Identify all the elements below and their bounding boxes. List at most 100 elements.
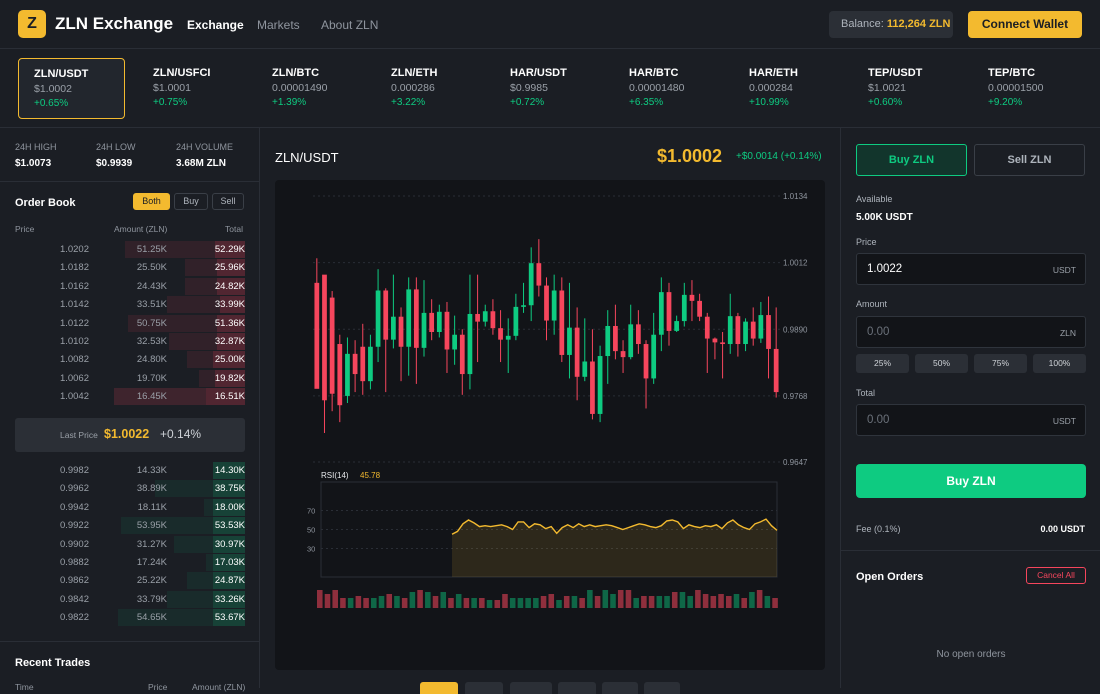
order-row[interactable]: 0.9862 25.22K 24.87K — [15, 572, 245, 590]
ticker-item[interactable]: ZLN/USDT $1.0002 +0.65% — [18, 58, 125, 119]
ticker-item[interactable]: ZLN/BTC 0.00001490 +1.39% — [257, 58, 364, 119]
ticker-change: +6.35% — [629, 97, 664, 108]
stat-24h-volume: 24H VOLUME 3.68M ZLN — [176, 142, 233, 169]
amount-input[interactable]: 0.00 ZLN — [856, 316, 1086, 348]
order-row[interactable]: 0.9962 38.89K 38.75K — [15, 480, 245, 498]
nav-markets[interactable]: Markets — [257, 18, 300, 32]
balance-display: Balance: 112,264 ZLN — [829, 11, 953, 38]
row-total: 52.29K — [214, 244, 245, 255]
brand-name: ZLN Exchange — [55, 14, 174, 33]
order-row[interactable]: 1.0162 24.43K 24.82K — [15, 277, 245, 295]
row-price: 0.9982 — [59, 465, 89, 476]
row-price: 1.0162 — [59, 280, 89, 292]
candle-body — [383, 290, 389, 340]
timeframe-tab[interactable] — [644, 682, 680, 694]
order-row[interactable]: 1.0182 25.50K 25.96K — [15, 259, 245, 277]
pct-25-button[interactable]: 25% — [856, 354, 909, 373]
ticker-item[interactable]: ZLN/ETH 0.000286 +3.22% — [376, 58, 483, 119]
row-amount: 25.50K — [136, 262, 167, 274]
order-row[interactable]: 1.0102 32.53K 32.87K — [15, 333, 245, 350]
volume-bar — [540, 596, 547, 608]
buy-tab[interactable]: Buy ZLN — [856, 144, 967, 176]
nav-about[interactable]: About ZLN — [321, 18, 378, 32]
timeframe-tab[interactable] — [465, 682, 503, 694]
amount-unit: ZLN — [1059, 328, 1076, 338]
timeframe-tab[interactable] — [510, 682, 552, 694]
row-total: 17.03K — [214, 557, 245, 568]
pct-50-button[interactable]: 50% — [915, 354, 968, 373]
row-total: 38.75K — [214, 483, 245, 495]
total-input[interactable]: 0.00 USDT — [856, 404, 1086, 436]
ticker-pair: TEP/BTC — [988, 67, 1036, 79]
candle-body — [766, 315, 771, 349]
candle-body — [758, 315, 764, 339]
cancel-all-button[interactable]: Cancel All — [1026, 567, 1086, 584]
row-amount: 32.53K — [136, 336, 167, 347]
tab-sell[interactable]: Sell — [212, 193, 244, 210]
tab-both[interactable]: Both — [133, 193, 170, 210]
timeframe-tab[interactable] — [558, 682, 596, 694]
volume-bar — [417, 590, 423, 608]
order-row[interactable]: 0.9982 14.33K 14.30K — [15, 462, 245, 479]
ticker-item[interactable]: HAR/USDT $0.9985 +0.72% — [495, 58, 602, 119]
nav-exchange[interactable]: Exchange — [187, 18, 244, 32]
order-row[interactable]: 1.0122 50.75K 51.36K — [15, 314, 245, 332]
ticker-item[interactable]: TEP/BTC 0.00001500 +9.20% — [973, 58, 1080, 119]
sell-tab[interactable]: Sell ZLN — [974, 144, 1085, 176]
candle-body — [551, 290, 557, 321]
volume-bar — [340, 598, 346, 608]
ticker-item[interactable]: HAR/BTC 0.00001480 +6.35% — [614, 58, 721, 119]
candle-body — [567, 327, 572, 355]
buy-submit-button[interactable]: Buy ZLN — [856, 464, 1086, 498]
candle-body — [613, 325, 618, 352]
stat-label: 24H LOW — [96, 142, 136, 152]
pct-75-button[interactable]: 75% — [974, 354, 1027, 373]
volume-bar — [656, 596, 663, 608]
timeframe-tab[interactable] — [602, 682, 638, 694]
candle-body — [352, 353, 358, 375]
price-input[interactable]: 1.0022 USDT — [856, 253, 1086, 285]
price-chart[interactable]: 1.0134 1.0012 0.9890 0.9768 0.9647 RSI(14) 45.… — [275, 180, 825, 670]
order-row[interactable]: 0.9922 53.95K 53.53K — [15, 517, 245, 535]
ticker-item[interactable]: HAR/ETH 0.000284 +10.99% — [734, 58, 841, 119]
order-row[interactable]: 0.9902 31.27K 30.97K — [15, 535, 245, 553]
y-tick-label: 1.0134 — [783, 192, 808, 201]
ticker-change: +0.72% — [510, 97, 545, 108]
ticker-change: +10.99% — [749, 97, 789, 108]
candle-body — [674, 321, 680, 331]
row-total: 25.96K — [214, 262, 245, 274]
connect-wallet-button[interactable]: Connect Wallet — [968, 11, 1082, 38]
ticker-item[interactable]: ZLN/USFCI $1.0001 +0.75% — [138, 58, 245, 119]
tab-buy[interactable]: Buy — [174, 193, 208, 210]
row-amount: 54.65K — [136, 612, 167, 624]
pct-100-button[interactable]: 100% — [1033, 354, 1086, 373]
candle-body — [681, 294, 687, 322]
candle-body — [720, 342, 725, 345]
volume-bar — [371, 598, 377, 608]
available-value: 5.00K USDT — [856, 212, 913, 223]
row-amount: 16.45K — [136, 391, 167, 403]
row-total: 18.00K — [214, 501, 245, 513]
order-row[interactable]: 0.9882 17.24K 17.03K — [15, 554, 245, 571]
volume-bar — [533, 598, 539, 608]
order-row[interactable]: 0.9822 54.65K 53.67K — [15, 609, 245, 627]
volume-bar — [648, 596, 655, 608]
ticker-item[interactable]: TEP/USDT $1.0021 +0.60% — [853, 58, 960, 119]
row-price: 1.0102 — [59, 336, 89, 347]
volume-bar — [602, 590, 609, 608]
row-price: 0.9962 — [59, 483, 89, 495]
ticker-price: 0.00001500 — [988, 82, 1044, 94]
volume-bar — [702, 594, 709, 608]
order-row[interactable]: 1.0042 16.45K 16.51K — [15, 388, 245, 406]
order-row[interactable]: 0.9942 18.11K 18.00K — [15, 498, 245, 516]
no-orders-message: No open orders — [936, 649, 1006, 660]
order-row[interactable]: 1.0062 19.70K 19.82K — [15, 369, 245, 387]
volume-bar — [347, 598, 354, 608]
volume-bar — [448, 598, 454, 608]
order-row[interactable]: 1.0202 51.25K 52.29K — [15, 241, 245, 258]
timeframe-tab-active[interactable] — [420, 682, 458, 694]
row-amount: 33.51K — [136, 299, 167, 311]
order-row[interactable]: 1.0142 33.51K 33.99K — [15, 296, 245, 314]
order-row[interactable]: 1.0082 24.80K 25.00K — [15, 351, 245, 369]
order-row[interactable]: 0.9842 33.79K 33.26K — [15, 590, 245, 608]
